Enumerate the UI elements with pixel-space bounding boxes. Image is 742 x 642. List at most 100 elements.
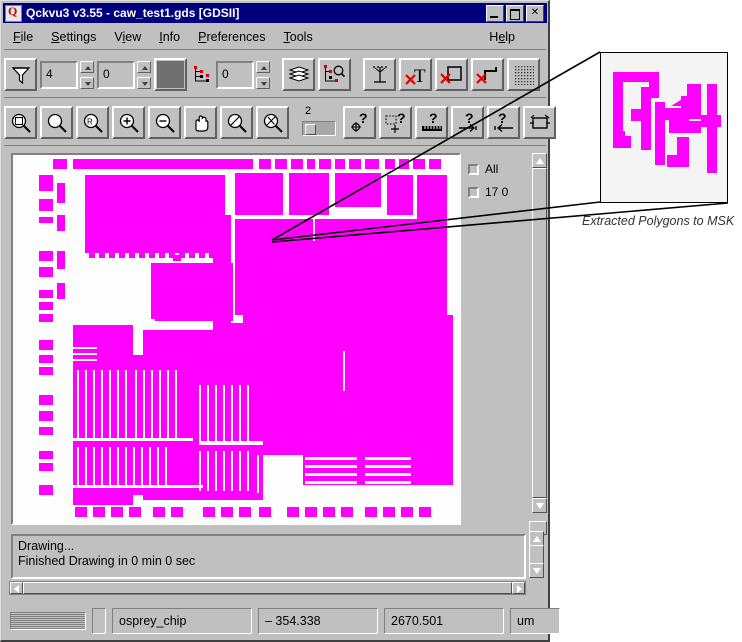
scroll-down-button[interactable] <box>532 498 547 513</box>
layer-checkbox-17-0[interactable] <box>468 186 479 198</box>
status-x-coordinate[interactable]: – 354.338 <box>258 608 378 634</box>
zoom-out-button[interactable] <box>148 106 181 139</box>
message-scrollbar-thumb[interactable] <box>529 545 544 565</box>
svg-text:T: T <box>414 66 426 87</box>
status-flag-field[interactable] <box>92 608 106 634</box>
dot-grid-icon <box>513 64 534 85</box>
toolbar-primary: 4 0 0 T <box>4 52 546 98</box>
inset-caption: Extracted Polygons to MSK <box>582 214 735 228</box>
zoom-in-button[interactable] <box>112 106 145 139</box>
close-icon[interactable]: ✕ <box>526 4 544 22</box>
zoom-all-icon <box>47 113 67 133</box>
zoom-previous-button[interactable]: R <box>76 106 109 139</box>
svg-text:?: ? <box>397 111 406 126</box>
cycle-view-button[interactable] <box>523 106 556 139</box>
text-anchor-icon <box>372 65 387 83</box>
application-window: Qckvu3 v3.55 - caw_test1.gds [GDSII] ✕ F… <box>0 0 560 642</box>
magenta-polygons <box>39 159 453 517</box>
pan-hand-button[interactable] <box>184 106 217 139</box>
layer-row-17-0[interactable]: 17 0 <box>468 185 532 199</box>
window-title: Qckvu3 v3.55 - caw_test1.gds [GDSII] <box>26 6 240 20</box>
layer-label-17-0: 17 0 <box>485 185 509 199</box>
funnel-icon <box>11 66 30 84</box>
color-swatch-icon <box>157 61 184 88</box>
hide-text-button[interactable]: T <box>399 58 432 91</box>
menu-file[interactable]: File <box>4 28 42 46</box>
query-area-icon: ? <box>385 111 406 133</box>
zoom-all-button[interactable] <box>40 106 73 139</box>
zoom-window-icon <box>11 113 31 133</box>
hierarchy-spinner[interactable] <box>256 60 270 89</box>
zoom-out-icon <box>155 113 175 133</box>
hide-box-button[interactable] <box>435 58 468 91</box>
level-spinner[interactable] <box>137 60 151 89</box>
text-tool-button[interactable] <box>363 58 396 91</box>
dot-fill-button[interactable] <box>507 58 540 91</box>
menu-info[interactable]: Info <box>150 28 189 46</box>
hide-path-button[interactable] <box>471 58 504 91</box>
status-y-coordinate[interactable]: 2670.501 <box>384 608 504 634</box>
svg-text:?: ? <box>429 111 438 126</box>
pan-hand-icon <box>194 114 208 132</box>
depth-field[interactable]: 4 <box>40 60 78 89</box>
message-log-vscrollbar[interactable] <box>529 531 544 578</box>
detail-level-slider[interactable]: 2 <box>301 105 339 139</box>
gds-layout-drawing <box>13 155 459 523</box>
progress-indicator <box>10 612 86 630</box>
depth-spinner[interactable] <box>80 60 94 89</box>
maximize-button[interactable] <box>506 4 524 22</box>
scroll-up-button[interactable] <box>532 153 547 168</box>
slider-knob[interactable] <box>305 124 316 135</box>
zoom-previous-icon: R <box>83 113 103 133</box>
svg-text:R: R <box>87 117 93 126</box>
hierarchy-field[interactable]: 0 <box>216 60 254 89</box>
scroll-right-button[interactable] <box>512 582 525 594</box>
menu-help[interactable]: Help <box>480 28 524 46</box>
message-scroll-up-button[interactable] <box>529 531 544 546</box>
fill-color-swatch[interactable] <box>154 58 187 91</box>
hierarchy-search-icon <box>324 65 346 82</box>
slider-trough[interactable] <box>302 121 336 136</box>
extracted-polygons-inset <box>600 52 728 203</box>
query-next-button[interactable]: ? <box>451 106 484 139</box>
query-point-button[interactable]: ? <box>343 106 376 139</box>
status-cell-name[interactable]: osprey_chip <box>112 608 252 634</box>
layout-canvas[interactable] <box>11 153 461 525</box>
find-in-hierarchy-button[interactable] <box>318 58 351 91</box>
scrollbar-thumb[interactable] <box>532 168 547 498</box>
layer-list-panel: All 17 0 <box>464 153 532 525</box>
message-scroll-down-button[interactable] <box>529 563 544 578</box>
message-log-hscrollbar[interactable] <box>9 581 526 595</box>
layers-stack-button[interactable] <box>282 58 315 91</box>
query-point-icon: ? <box>350 111 367 132</box>
layer-row-all[interactable]: All <box>468 162 532 176</box>
zoom-in-icon <box>119 113 139 133</box>
zoom-window-button[interactable] <box>4 106 37 139</box>
status-units[interactable]: um <box>510 608 560 634</box>
hscrollbar-thumb[interactable] <box>23 582 512 594</box>
menu-view[interactable]: View <box>105 28 150 46</box>
measure-button[interactable]: ? <box>415 106 448 139</box>
cycle-view-icon <box>529 114 550 129</box>
layers-stack-icon <box>287 65 310 82</box>
query-ruler-icon: ? <box>421 111 442 131</box>
menu-settings[interactable]: Settings <box>42 28 105 46</box>
menu-tools[interactable]: Tools <box>275 28 322 46</box>
menu-preferences[interactable]: Preferences <box>189 28 274 46</box>
zoom-select-button[interactable] <box>220 106 253 139</box>
layer-list-scrollbar[interactable] <box>532 153 547 525</box>
scroll-left-button[interactable] <box>10 582 23 594</box>
filter-funnel-button[interactable] <box>4 58 37 91</box>
menu-bar: File Settings View Info Preferences Tool… <box>4 25 546 50</box>
zoom-reset-button[interactable] <box>256 106 289 139</box>
window-controls: ✕ <box>486 4 544 22</box>
minimize-button[interactable] <box>486 4 504 22</box>
query-area-button[interactable]: ? <box>379 106 412 139</box>
hierarchy-tree-icon <box>190 64 216 86</box>
extracted-polygon-shapes <box>601 53 727 202</box>
layer-checkbox-all[interactable] <box>468 163 479 175</box>
zoom-reset-icon <box>263 113 283 133</box>
query-prev-button[interactable]: ? <box>487 106 520 139</box>
svg-text:?: ? <box>465 111 474 126</box>
level-field[interactable]: 0 <box>97 60 135 89</box>
